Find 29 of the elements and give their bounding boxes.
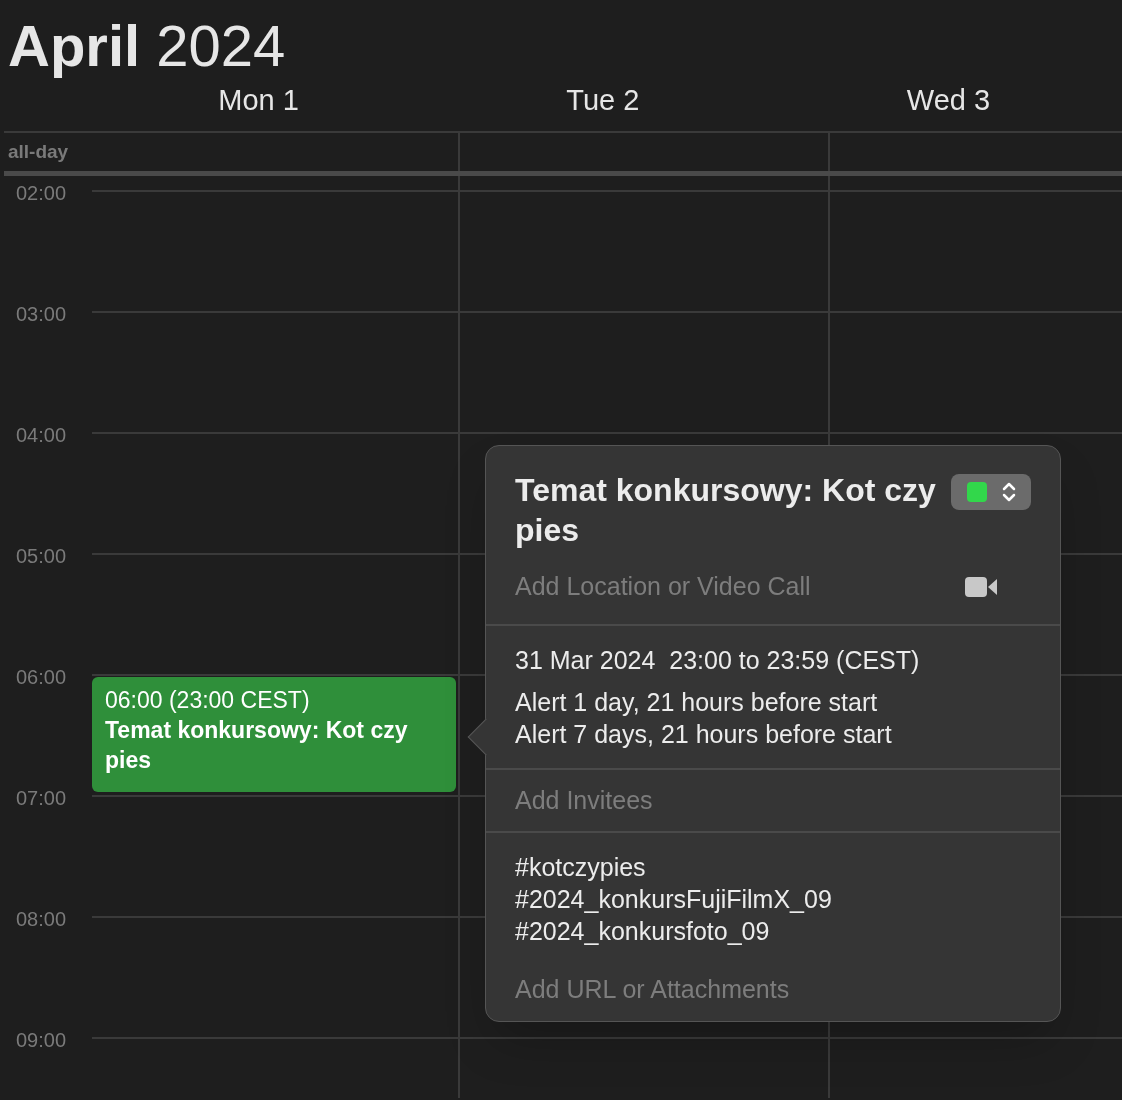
hour-label: 07:00: [16, 786, 68, 811]
hour-label: 08:00: [16, 907, 68, 932]
all-day-label: all-day: [8, 139, 69, 164]
hour-label: 02:00: [16, 181, 68, 206]
video-camera-icon[interactable]: [965, 575, 997, 598]
popover-title: Temat konkursowy: Kot czy pies: [515, 471, 937, 550]
invitees-field[interactable]: Add Invitees: [515, 785, 653, 814]
url-field[interactable]: Add URL or Attachments: [515, 973, 1031, 1005]
chevron-up-down-icon: [1001, 481, 1016, 503]
event-title: Temat konkursowy: Kot czy pies: [105, 716, 409, 775]
calendar-event[interactable]: 06:00 (23:00 CEST) Temat konkursowy: Kot czy pies: [92, 677, 456, 792]
note-line: #kotczypies: [515, 852, 647, 883]
alert-text[interactable]: Alert 1 day, 21 hours before start: [515, 685, 1031, 718]
hour-label: 03:00: [16, 302, 68, 327]
event-time: 06:00 (23:00 CEST): [105, 686, 311, 715]
day-header: Tue 2: [566, 82, 640, 118]
hour-label: 05:00: [16, 544, 68, 569]
note-line: #2024_konkursfoto_09: [515, 916, 771, 947]
hour-label: 04:00: [16, 423, 68, 448]
day-header: Wed 3: [906, 82, 991, 118]
calendar-picker[interactable]: [951, 474, 1031, 510]
hour-label: 06:00: [16, 665, 68, 690]
event-date-time[interactable]: 31 Mar 2024 23:00 to 23:59 (CEST): [515, 643, 1031, 676]
hour-label: 09:00: [16, 1028, 68, 1053]
note-line: #2024_konkursFujiFilmX_09: [515, 884, 833, 915]
day-header: Mon 1: [218, 82, 299, 118]
month-title: April 2024: [8, 14, 286, 78]
location-field[interactable]: Add Location or Video Call: [515, 568, 965, 606]
alert-text[interactable]: Alert 7 days, 21 hours before start: [515, 717, 1031, 750]
